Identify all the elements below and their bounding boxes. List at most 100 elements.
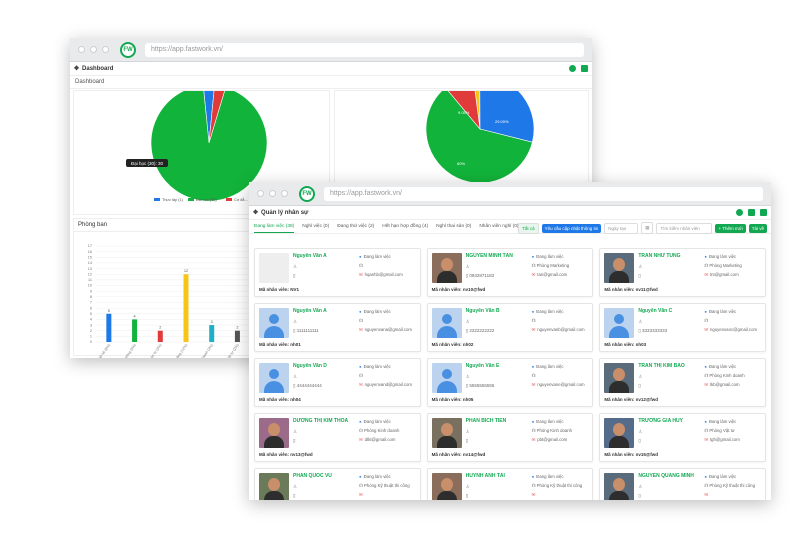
bar-value-label: 2 xyxy=(159,326,161,330)
module-title: Dashboard xyxy=(82,65,114,72)
employee-name[interactable]: HUỲNH ANH TÀI xyxy=(466,473,526,479)
employee-name[interactable]: TRẦN THỊ KIM BẢO xyxy=(638,363,698,369)
grid-menu-icon[interactable]: ✥ xyxy=(253,209,258,216)
employee-card[interactable]: Nguyễn Văn A ♙ ▯ Đang làm việc ☊ hqanhb@… xyxy=(254,248,421,297)
employee-card[interactable]: Nguyễn Văn E ♙ ▯ 5555555555 Đang làm việ… xyxy=(426,358,594,407)
phone-number: ▯ 4444444444 xyxy=(293,383,322,388)
browser-chrome: FW https://app.fastwork.vn/ xyxy=(70,38,592,62)
employee-card[interactable]: TRẦN NHƯ TÙNG ♙ ▯ Đang làm việc ☊ Phòng … xyxy=(599,248,766,297)
employee-card[interactable]: NGUYỄN MINH TÂN ♙ ▯ 0932871183 Đang làm … xyxy=(426,248,594,297)
employee-card[interactable]: HUỲNH ANH TÀI ♙ ▯ Đang làm việc ☊ Phòng … xyxy=(426,468,594,500)
employee-code: Mã nhân viên: nh04 xyxy=(259,397,301,402)
employee-name[interactable]: Nguyễn Văn E xyxy=(466,363,526,369)
request-update-button[interactable]: Yêu cầu cập nhật thông tin xyxy=(541,223,602,233)
grid-menu-icon[interactable]: ✥ xyxy=(74,65,79,72)
y-tick-label: 5 xyxy=(90,312,92,316)
download-button[interactable]: Tải về xyxy=(748,223,767,233)
department: ☊ Phòng Kỹ thuật thi công xyxy=(359,483,410,488)
employee-card[interactable]: PHAN BÍCH TIÊN ♙ ▯ Đang làm việc ☊ Phòng… xyxy=(426,413,594,462)
home-icon[interactable] xyxy=(748,209,755,216)
employee-card[interactable]: Nguyễn Văn C ♙ ▯ 3333333333 Đang làm việ… xyxy=(599,303,766,352)
employee-card[interactable]: TRƯƠNG GIA HUY ♙ ▯ Đang làm việc ☊ Phòng… xyxy=(599,413,766,462)
add-employee-button[interactable]: + Thêm mới xyxy=(715,223,746,233)
email xyxy=(704,492,710,498)
employee-card[interactable]: DƯƠNG THỊ KIM THOA ♙ ▯ Đang làm việc ☊ P… xyxy=(254,413,421,462)
dashboard-topbar: ✥ Dashboard xyxy=(70,62,592,76)
y-tick-label: 6 xyxy=(90,306,92,310)
tab-working[interactable]: Đang làm việc (38) xyxy=(254,224,295,233)
employee-name[interactable]: NGUYỄN QUANG MINH xyxy=(638,473,698,479)
filter-select[interactable]: Tất cả xyxy=(518,222,539,234)
user-icon: ♙ xyxy=(293,264,298,269)
address-bar[interactable]: https://app.fastwork.vn/ xyxy=(145,42,584,57)
employee-card[interactable]: TRẦN THỊ KIM BẢO ♙ ▯ Đang làm việc ☊ Phò… xyxy=(599,358,766,407)
avatar xyxy=(604,363,635,393)
date-filter[interactable]: Ngày tạo xyxy=(604,222,639,234)
email: nguyenvand@gmail.com xyxy=(359,382,412,388)
window-dot[interactable] xyxy=(257,190,264,197)
calendar-icon[interactable]: ▦ xyxy=(641,222,654,234)
status-badge: Đang làm việc xyxy=(532,474,563,479)
legend-swatch xyxy=(154,198,160,201)
employee-card[interactable]: Nguyễn Văn B ♙ ▯ 2222222222 Đang làm việ… xyxy=(426,303,594,352)
home-icon[interactable] xyxy=(581,65,588,72)
bar[interactable] xyxy=(106,313,112,342)
app-logo: FW xyxy=(120,41,136,58)
search-input[interactable]: Tìm kiếm nhân viên xyxy=(656,222,713,234)
phone-number: ▯ 1111111111 xyxy=(293,328,319,333)
employee-name[interactable]: Nguyễn Văn A xyxy=(293,253,353,259)
help-icon[interactable] xyxy=(569,65,576,72)
employee-card[interactable]: PHAN QUỐC VŨ ♙ ▯ Đang làm việc ☊ Phòng K… xyxy=(254,468,421,500)
employee-card[interactable]: Nguyễn Văn A ♙ ▯ 1111111111 Đang làm việ… xyxy=(254,303,421,352)
apps-icon[interactable] xyxy=(760,209,767,216)
employee-name[interactable]: Nguyễn Văn B xyxy=(466,308,526,314)
user-icon: ♙ xyxy=(465,264,470,269)
employee-name[interactable]: NGUYỄN MINH TÂN xyxy=(466,253,526,259)
user-icon: ♙ xyxy=(293,319,298,324)
department: ☊ xyxy=(531,373,536,378)
tab-probation[interactable]: Đang thử việc (2) xyxy=(337,224,374,233)
window-dot[interactable] xyxy=(269,190,276,197)
tab-resigned[interactable]: Nghỉ việc (0) xyxy=(302,224,329,233)
employee-name[interactable]: TRƯƠNG GIA HUY xyxy=(638,418,698,424)
bar[interactable] xyxy=(234,330,240,342)
user-icon: ♙ xyxy=(293,374,298,379)
employee-card[interactable]: Nguyễn Văn D ♙ ▯ 4444444444 Đang làm việ… xyxy=(254,358,421,407)
help-icon[interactable] xyxy=(736,209,743,216)
avatar xyxy=(259,418,289,448)
bar-value-label: 5 xyxy=(108,309,110,313)
status-badge: Đang làm việc xyxy=(532,419,563,424)
window-dot[interactable] xyxy=(90,46,97,53)
window-dot[interactable] xyxy=(281,190,288,197)
pie2-label: 60% xyxy=(457,161,465,166)
bar[interactable] xyxy=(183,274,189,342)
bar[interactable] xyxy=(132,319,138,342)
tab-on-leave[interactable]: Nhân viên nghỉ (0) xyxy=(479,224,518,233)
employee-name[interactable]: Nguyễn Văn C xyxy=(638,308,698,314)
y-tick-label: 11 xyxy=(88,278,92,282)
employee-name[interactable]: DƯƠNG THỊ KIM THOA xyxy=(293,418,353,424)
bar[interactable] xyxy=(209,325,215,342)
window-dot[interactable] xyxy=(78,46,85,53)
legend-item: Cơ đẳ... xyxy=(234,197,248,202)
employee-name[interactable]: PHAN QUỐC VŨ xyxy=(293,473,353,479)
window-dot[interactable] xyxy=(102,46,109,53)
employee-name[interactable]: PHAN BÍCH TIÊN xyxy=(466,418,526,424)
employee-name[interactable]: Nguyễn Văn A xyxy=(293,308,353,314)
employee-name[interactable]: Nguyễn Văn D xyxy=(293,363,353,369)
status-badge: Đang làm việc xyxy=(532,309,563,314)
bar[interactable] xyxy=(157,330,163,342)
email: tgh@gmail.com xyxy=(704,437,740,443)
tab-maternity[interactable]: Nghỉ thai sản (0) xyxy=(436,224,471,233)
tab-contract-expired[interactable]: Hết hạn hợp đồng (4) xyxy=(382,224,428,233)
employee-name[interactable]: TRẦN NHƯ TÙNG xyxy=(638,253,698,259)
employee-card[interactable]: NGUYỄN QUANG MINH ♙ ▯ Đang làm việc ☊ Ph… xyxy=(599,468,766,500)
staff-window: FW https://app.fastwork.vn/ ✥ Quản lý nh… xyxy=(249,182,771,500)
department: ☊ Phòng Kỹ thuật thi công xyxy=(531,483,583,488)
y-tick-label: 12 xyxy=(88,272,92,276)
department: ☊ Phòng Marketing xyxy=(531,263,570,268)
avatar xyxy=(259,363,289,393)
employee-code: Mã nhân viên: nv13@fwd xyxy=(259,452,313,457)
department: ☊ xyxy=(359,318,363,323)
address-bar[interactable]: https://app.fastwork.vn/ xyxy=(324,186,763,201)
